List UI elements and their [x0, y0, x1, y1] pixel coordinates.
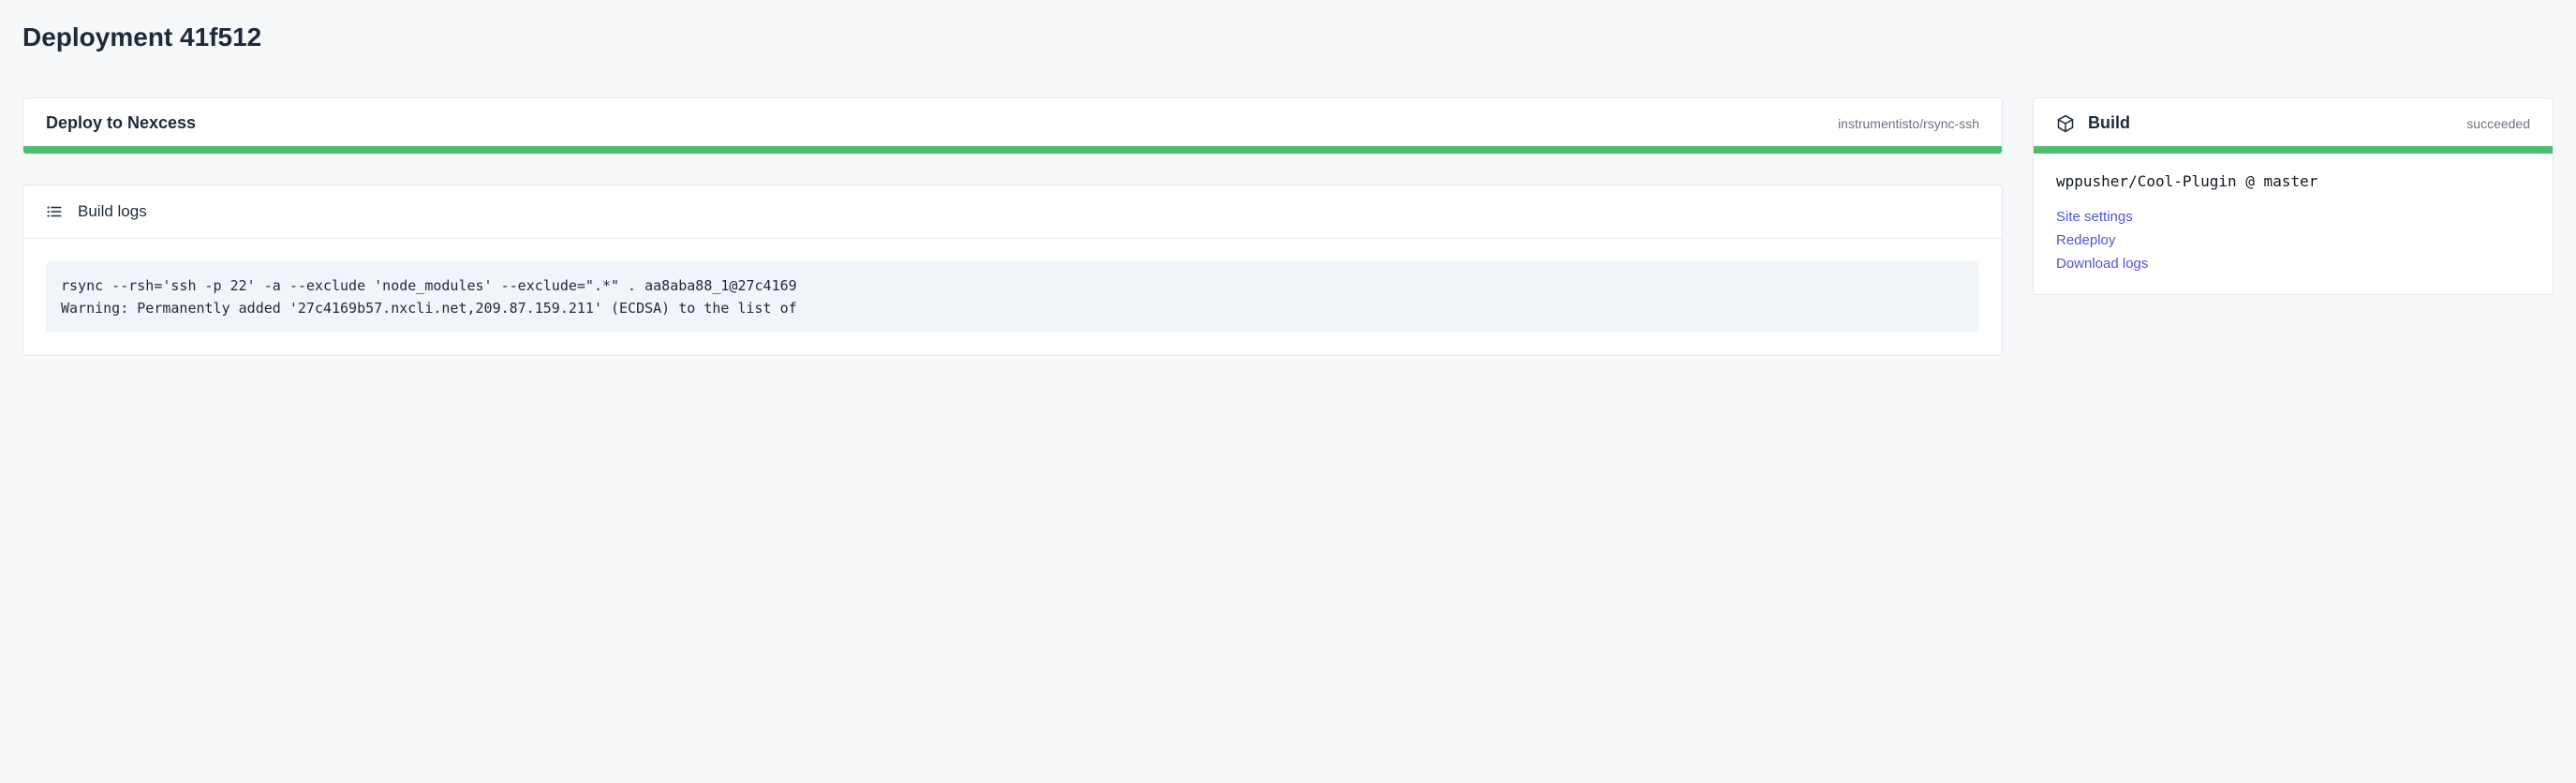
deploy-status-bar: [23, 146, 2002, 154]
site-settings-link[interactable]: Site settings: [2056, 209, 2530, 225]
deploy-image: instrumentisto/rsync-ssh: [1838, 116, 1979, 131]
build-status-bar: [2034, 146, 2553, 154]
main-column: Deploy to Nexcess instrumentisto/rsync-s…: [22, 97, 2003, 386]
side-column: Build succeeded wppusher/Cool-Plugin @ m…: [2033, 97, 2554, 325]
content-columns: Deploy to Nexcess instrumentisto/rsync-s…: [22, 97, 2554, 386]
log-line: Warning: Permanently added '27c4169b57.n…: [61, 300, 797, 317]
deploy-card-header: Deploy to Nexcess instrumentisto/rsync-s…: [23, 98, 2002, 146]
logs-card: Build logs rsync --rsh='ssh -p 22' -a --…: [22, 185, 2003, 356]
list-icon: [46, 203, 63, 220]
logs-title: Build logs: [78, 202, 147, 221]
log-line: rsync --rsh='ssh -p 22' -a --exclude 'no…: [61, 277, 797, 294]
redeploy-link[interactable]: Redeploy: [2056, 232, 2530, 248]
deploy-card: Deploy to Nexcess instrumentisto/rsync-s…: [22, 97, 2003, 155]
logs-card-header: Build logs: [23, 185, 2002, 239]
build-repo: wppusher/Cool-Plugin @ master: [2056, 172, 2530, 190]
build-body: wppusher/Cool-Plugin @ master Site setti…: [2034, 154, 2553, 294]
page-title: Deployment 41f512: [22, 22, 2554, 52]
deploy-title: Deploy to Nexcess: [46, 113, 196, 133]
build-title: Build: [2088, 113, 2130, 133]
download-logs-link[interactable]: Download logs: [2056, 256, 2530, 272]
log-output[interactable]: rsync --rsh='ssh -p 22' -a --exclude 'no…: [46, 261, 1979, 332]
build-status: succeeded: [2466, 116, 2530, 131]
build-actions: Site settings Redeploy Download logs: [2056, 209, 2530, 272]
logs-body: rsync --rsh='ssh -p 22' -a --exclude 'no…: [23, 239, 2002, 355]
build-card-header: Build succeeded: [2034, 98, 2553, 146]
build-card: Build succeeded wppusher/Cool-Plugin @ m…: [2033, 97, 2554, 295]
package-icon: [2056, 114, 2075, 133]
